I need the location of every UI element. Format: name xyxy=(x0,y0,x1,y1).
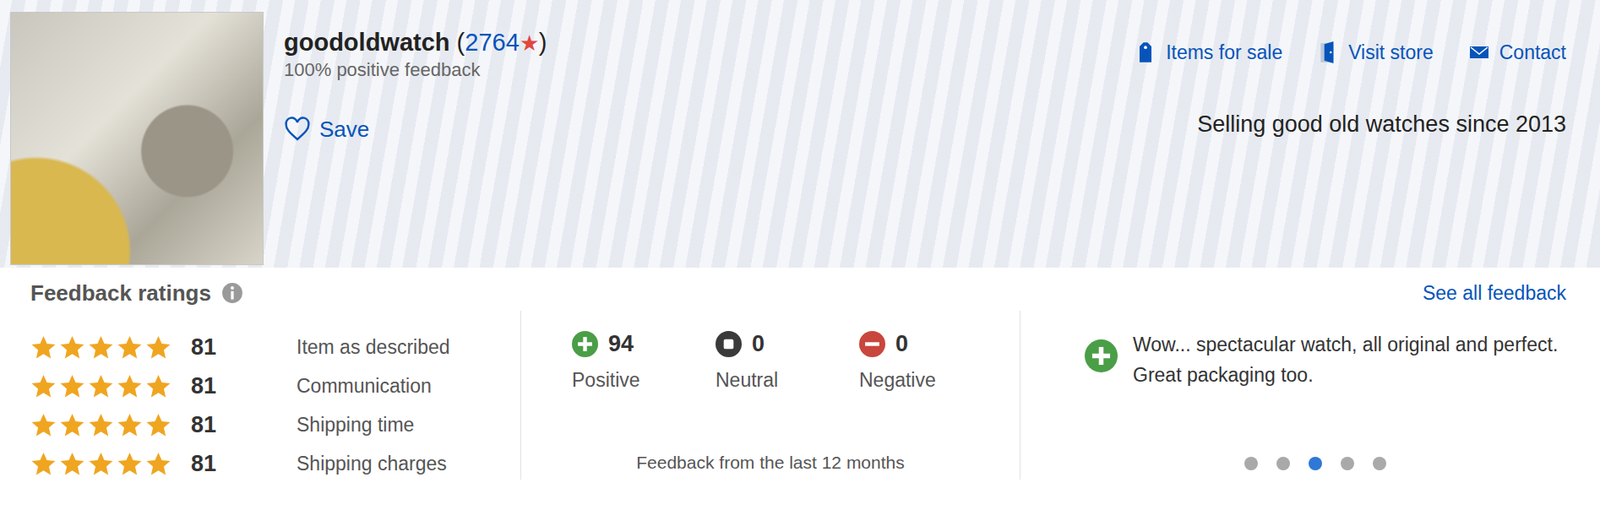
link-label: Items for sale xyxy=(1165,41,1283,65)
star-icon xyxy=(145,334,172,361)
feedback-count: 0 Negative xyxy=(859,331,1003,392)
seller-name-line: goodoldwatch (2764★) xyxy=(283,27,547,59)
seller-avatar xyxy=(10,11,264,266)
rating-row: 81 Communication xyxy=(30,366,521,406)
feedback-counts: 94 Positive 0 Neutral 0 Negative Feedbac… xyxy=(521,310,1021,480)
heart-icon xyxy=(283,115,311,143)
score-star-icon: ★ xyxy=(519,30,539,56)
count-value: 0 xyxy=(895,331,909,358)
count-value: 0 xyxy=(751,331,765,358)
see-all-feedback-link[interactable]: See all feedback xyxy=(1422,282,1567,305)
rating-row: 81 Shipping time xyxy=(30,405,521,445)
star-icon xyxy=(116,451,143,478)
link-label: Visit store xyxy=(1348,41,1434,65)
count-label: Negative xyxy=(859,369,1003,392)
save-label: Save xyxy=(319,116,370,143)
feedback-title-row: Feedback ratings See all feedback xyxy=(0,267,1600,307)
star-icon xyxy=(116,373,143,400)
star-icon xyxy=(30,412,57,439)
rating-count: 81 xyxy=(190,334,297,361)
negative-icon xyxy=(859,331,886,358)
star-rating xyxy=(30,412,179,439)
star-icon xyxy=(30,451,57,478)
star-icon xyxy=(116,412,143,439)
recent-feedback: Wow... spectacular watch, all original a… xyxy=(1020,310,1600,480)
seller-links: Items for sale Visit store Contact xyxy=(1135,40,1567,65)
star-icon xyxy=(59,373,86,400)
carousel-dots xyxy=(1084,457,1567,474)
count-row: 94 Positive 0 Neutral 0 Negative xyxy=(571,331,1003,392)
info-icon[interactable] xyxy=(221,282,244,305)
star-icon xyxy=(87,334,115,361)
count-label: Neutral xyxy=(715,369,860,392)
header-actions: Items for sale Visit store Contact Selli… xyxy=(1135,11,1567,268)
feedback-title: Feedback ratings xyxy=(30,280,244,307)
rating-label: Shipping charges xyxy=(296,452,447,476)
feedback-section: Feedback ratings See all feedback 81 Ite… xyxy=(0,267,1600,510)
carousel-dot[interactable] xyxy=(1276,457,1290,471)
star-icon xyxy=(145,373,172,400)
seller-info: goodoldwatch (2764★) 100% positive feedb… xyxy=(283,11,547,268)
tag-icon xyxy=(1135,40,1156,65)
star-icon xyxy=(145,451,172,478)
rating-count: 81 xyxy=(190,451,297,478)
store-door-icon xyxy=(1317,40,1339,65)
link-label: Contact xyxy=(1499,41,1567,65)
feedback-score[interactable]: 2764 xyxy=(464,28,520,56)
feedback-period: Feedback from the last 12 months xyxy=(571,452,1003,474)
rating-label: Communication xyxy=(296,375,432,398)
star-icon xyxy=(116,334,143,361)
seller-link[interactable]: Visit store xyxy=(1317,40,1434,65)
detailed-ratings: 81 Item as described 81 Communication 81… xyxy=(0,310,522,480)
rating-row: 81 Item as described xyxy=(30,327,521,367)
star-icon xyxy=(145,412,172,439)
count-value: 94 xyxy=(608,331,634,358)
positive-icon xyxy=(571,331,599,358)
star-icon xyxy=(87,451,115,478)
feedback-comment: Wow... spectacular watch, all original a… xyxy=(1084,329,1567,391)
rating-row: 81 Shipping charges xyxy=(30,444,521,484)
star-icon xyxy=(59,451,86,478)
seller-link[interactable]: Items for sale xyxy=(1135,40,1283,65)
count-value-line: 0 xyxy=(859,331,1003,358)
profile-header: goodoldwatch (2764★) 100% positive feedb… xyxy=(0,0,1600,268)
seller-link[interactable]: Contact xyxy=(1469,40,1567,65)
star-icon xyxy=(87,412,115,439)
carousel-dot[interactable] xyxy=(1372,457,1387,471)
open-paren: ( xyxy=(457,28,466,56)
count-label: Positive xyxy=(571,369,716,392)
rating-label: Item as described xyxy=(296,336,451,360)
star-icon xyxy=(59,412,86,439)
feedback-columns: 81 Item as described 81 Communication 81… xyxy=(0,310,1600,480)
count-value-line: 0 xyxy=(715,331,860,358)
count-value-line: 94 xyxy=(571,331,716,358)
feedback-count: 0 Neutral xyxy=(715,331,860,392)
envelope-icon xyxy=(1469,40,1490,65)
star-icon xyxy=(30,334,57,361)
save-button[interactable]: Save xyxy=(283,115,547,143)
comment-text: Wow... spectacular watch, all original a… xyxy=(1132,329,1567,391)
carousel-dot[interactable] xyxy=(1244,457,1258,471)
star-icon xyxy=(87,373,115,400)
seller-tagline: Selling good old watches since 2013 xyxy=(1197,111,1567,138)
star-icon xyxy=(30,373,57,400)
rating-label: Shipping time xyxy=(296,413,414,437)
star-rating xyxy=(30,451,179,478)
star-rating xyxy=(30,373,179,400)
feedback-count: 94 Positive xyxy=(571,331,716,392)
star-icon xyxy=(59,334,86,361)
star-rating xyxy=(30,334,179,361)
seller-username[interactable]: goodoldwatch xyxy=(283,28,451,56)
rating-count: 81 xyxy=(190,373,297,400)
carousel-dot[interactable] xyxy=(1308,457,1323,471)
close-paren: ) xyxy=(538,28,548,56)
rating-count: 81 xyxy=(190,412,297,439)
neutral-icon xyxy=(715,331,742,358)
carousel-dot[interactable] xyxy=(1340,457,1355,471)
positive-icon xyxy=(1084,339,1118,373)
seller-profile: goodoldwatch (2764★) 100% positive feedb… xyxy=(0,0,1600,510)
positive-percent: 100% positive feedback xyxy=(283,58,547,82)
